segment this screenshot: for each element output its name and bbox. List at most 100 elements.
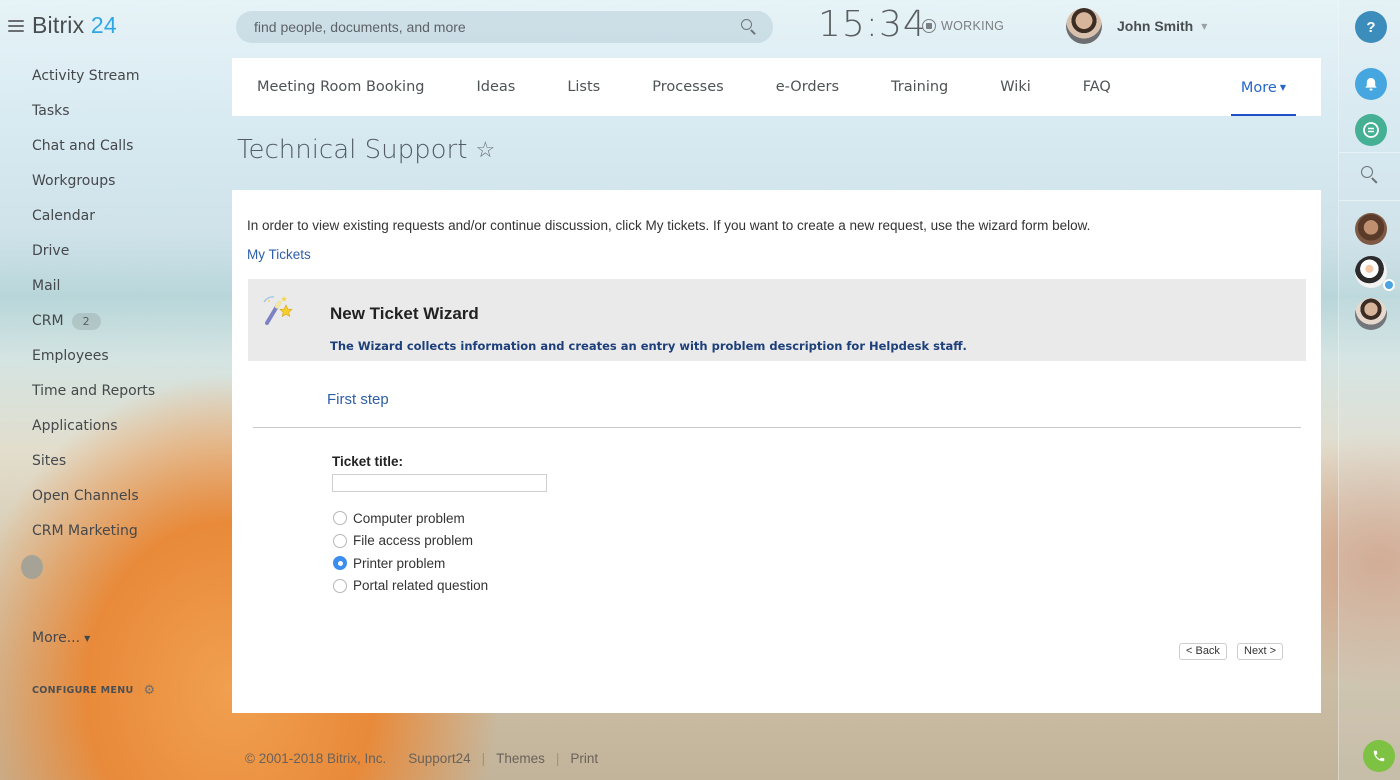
clock[interactable]: 15:34 [818, 4, 927, 45]
caret-down-icon: ▼ [1201, 21, 1208, 31]
work-status-label: WORKING [941, 19, 1005, 33]
magic-wand-icon [263, 296, 293, 325]
help-icon[interactable]: ? [1355, 11, 1387, 43]
search-bar [236, 11, 773, 43]
sidebar-item-mail[interactable]: Mail [32, 272, 155, 307]
radio-label: Portal related question [353, 578, 489, 594]
search-icon[interactable] [741, 19, 757, 35]
top-navigation: Meeting Room Booking Ideas Lists Process… [232, 58, 1321, 116]
copyright-text: © 2001-2018 Bitrix, Inc. [245, 751, 387, 766]
radio-option-computer-problem[interactable]: Computer problem [333, 507, 488, 530]
sidebar-item-applications[interactable]: Applications [32, 412, 155, 447]
favorite-star-icon[interactable]: ☆ [475, 138, 495, 163]
sidebar-item-drive[interactable]: Drive [32, 237, 155, 272]
configure-menu-button[interactable]: CONFIGURE MENU ⚙ [32, 683, 155, 698]
search-input[interactable] [254, 19, 741, 35]
next-button[interactable]: Next > [1237, 643, 1284, 660]
hamburger-menu-icon[interactable] [8, 19, 24, 32]
sidebar-item-label: Time and Reports [32, 383, 156, 399]
notifications-bell-icon[interactable] [1355, 68, 1387, 100]
rail-divider [1339, 152, 1400, 153]
sidebar-item-label: Employees [32, 348, 109, 364]
radio-button[interactable] [333, 511, 347, 526]
messenger-chat-icon[interactable] [1355, 114, 1387, 146]
radio-option-printer-problem[interactable]: Printer problem [333, 552, 488, 575]
tab-lists[interactable]: Lists [567, 79, 600, 95]
sidebar-item-tasks[interactable]: Tasks [32, 97, 155, 132]
page-title-text: Technical Support [237, 135, 468, 165]
tab-wiki[interactable]: Wiki [1000, 79, 1030, 95]
contact-avatar[interactable] [1355, 298, 1387, 330]
footer-link-themes[interactable]: Themes [496, 751, 545, 766]
sidebar-item-label: Calendar [32, 208, 95, 224]
page-title: Technical Support ☆ [237, 135, 495, 165]
ticket-title-label: Ticket title: [332, 454, 404, 469]
gear-icon: ⚙ [143, 683, 156, 698]
tab-faq[interactable]: FAQ [1083, 79, 1111, 95]
ticket-title-input[interactable] [332, 474, 547, 492]
tab-ideas[interactable]: Ideas [476, 79, 515, 95]
logo-row: Bitrix 24 [8, 12, 117, 39]
logo-text: Bitrix [32, 12, 85, 38]
sidebar-more-button[interactable]: More... ▼ [32, 630, 90, 646]
sidebar-item-crm-marketing[interactable]: CRM Marketing [32, 517, 155, 552]
tab-processes[interactable]: Processes [652, 79, 723, 95]
sidebar-item-calendar[interactable]: Calendar [32, 202, 155, 237]
sidebar-item-activity-stream[interactable]: Activity Stream [32, 62, 155, 97]
sidebar-item-open-channels[interactable]: Open Channels [32, 482, 155, 517]
sidebar-item-crm[interactable]: CRM 2 [32, 307, 155, 342]
wizard-title: New Ticket Wizard [330, 304, 479, 323]
my-tickets-link[interactable]: My Tickets [247, 247, 311, 262]
step-divider [253, 427, 1301, 428]
tab-training[interactable]: Training [891, 79, 948, 95]
phone-icon[interactable] [1363, 740, 1395, 772]
back-button[interactable]: < Back [1179, 643, 1227, 660]
sidebar-item-workgroups[interactable]: Workgroups [32, 167, 155, 202]
sidebar-item-employees[interactable]: Employees [32, 342, 155, 377]
sidebar-more-label: More... [32, 630, 81, 646]
sidebar-item-label: Tasks [32, 103, 70, 119]
footer-separator: | [481, 751, 486, 766]
user-menu[interactable]: John Smith ▼ [1066, 8, 1207, 44]
radio-button-selected[interactable] [333, 556, 347, 571]
footer-link-support24[interactable]: Support24 [408, 751, 470, 766]
footer-separator: | [555, 751, 560, 766]
footer: © 2001-2018 Bitrix, Inc. Support24 | The… [245, 751, 598, 766]
caret-down-icon: ▼ [1279, 83, 1286, 92]
tab-meeting-room-booking[interactable]: Meeting Room Booking [257, 79, 424, 95]
radio-option-file-access-problem[interactable]: File access problem [333, 530, 488, 553]
sidebar-item-label: Chat and Calls [32, 138, 134, 154]
sidebar-item-chat-and-calls[interactable]: Chat and Calls [32, 132, 155, 167]
radio-label: Printer problem [353, 555, 446, 571]
contact-status-badge [1383, 279, 1395, 291]
user-name: John Smith [1117, 18, 1194, 34]
sidebar-item-label: Workgroups [32, 173, 116, 189]
rail-search-icon[interactable] [1361, 166, 1383, 188]
stop-record-icon [922, 19, 936, 33]
radio-label: File access problem [353, 533, 474, 549]
tab-e-orders[interactable]: e-Orders [776, 79, 839, 95]
radio-button[interactable] [333, 533, 347, 548]
radio-button[interactable] [333, 578, 347, 593]
logo[interactable]: Bitrix 24 [32, 12, 117, 39]
sidebar-item-label: Open Channels [32, 488, 139, 504]
sidebar-item-label: Activity Stream [32, 68, 140, 84]
caret-down-icon: ▼ [84, 633, 91, 643]
rail-divider [1339, 200, 1400, 201]
tab-more-label: More [1240, 80, 1277, 96]
sidebar-item-label: CRM [32, 313, 64, 329]
sidebar-item-sites[interactable]: Sites [32, 447, 155, 482]
radio-option-portal-related-question[interactable]: Portal related question [333, 575, 488, 598]
content-card: In order to view existing requests and/o… [232, 190, 1321, 713]
work-status-button[interactable]: WORKING [922, 19, 1004, 33]
sidebar-menu: Activity Stream Tasks Chat and Calls Wor… [32, 62, 155, 552]
menu-drag-handle[interactable] [21, 555, 43, 579]
wizard-header: New Ticket Wizard The Wizard collects in… [248, 279, 1306, 361]
sidebar-item-time-and-reports[interactable]: Time and Reports [32, 377, 155, 412]
tab-more[interactable]: More ▼ [1230, 58, 1296, 116]
contact-avatar[interactable] [1355, 213, 1387, 245]
footer-link-print[interactable]: Print [570, 751, 598, 766]
step-title: First step [327, 391, 389, 408]
crm-counter-badge: 2 [71, 313, 101, 330]
configure-menu-label: CONFIGURE MENU [32, 685, 134, 696]
